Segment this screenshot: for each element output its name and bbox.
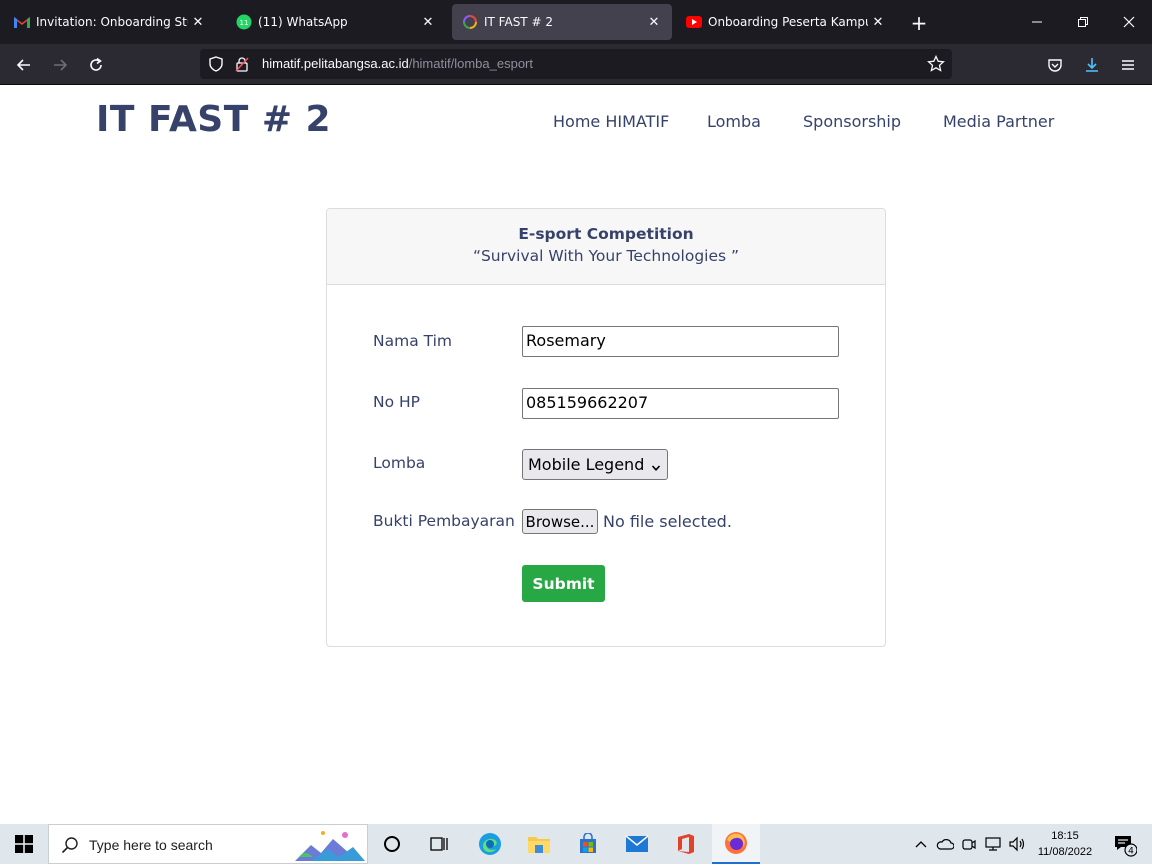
browser-nav-bar: himatif.pelitabangsa.ac.id/himatif/lomba… <box>0 44 1152 85</box>
tab-title: Onboarding Peserta Kampus M <box>708 15 868 29</box>
tab-youtube[interactable]: Onboarding Peserta Kampus M ✕ <box>676 4 896 40</box>
payment-proof-label: Bukti Pembayaran <box>373 512 515 530</box>
back-icon[interactable] <box>9 50 39 80</box>
phone-input[interactable]: 085159662207 <box>522 388 839 419</box>
no-file-text: No file selected. <box>603 512 732 531</box>
tab-gmail[interactable]: Invitation: Onboarding Student ✕ <box>4 4 216 40</box>
youtube-icon <box>686 14 702 30</box>
downloads-icon[interactable] <box>1077 50 1107 80</box>
lomba-label: Lomba <box>373 454 426 472</box>
meet-now-icon[interactable] <box>958 824 980 864</box>
clock-time: 18:15 <box>1051 830 1079 842</box>
firefox-icon[interactable] <box>712 824 760 864</box>
chevron-down-icon <box>651 458 661 477</box>
notification-center-icon[interactable]: 4 <box>1104 824 1144 864</box>
search-icon <box>61 836 79 858</box>
form-subtitle: “Survival With Your Technologies ” <box>472 247 740 265</box>
close-icon[interactable]: ✕ <box>418 12 438 32</box>
search-highlight-illustration <box>293 827 367 867</box>
submit-button[interactable]: Submit <box>522 565 605 602</box>
cortana-icon[interactable] <box>368 824 416 864</box>
file-explorer-icon[interactable] <box>515 824 563 864</box>
close-icon[interactable]: ✕ <box>868 12 888 32</box>
nav-link-lomba[interactable]: Lomba <box>707 112 761 131</box>
svg-text:11: 11 <box>240 19 249 27</box>
close-icon[interactable]: ✕ <box>644 12 664 32</box>
search-placeholder: Type here to search <box>89 837 213 853</box>
nav-link-home-himatif[interactable]: Home HIMATIF <box>553 112 669 131</box>
reload-icon[interactable] <box>81 50 111 80</box>
restore-icon[interactable] <box>1068 8 1098 36</box>
team-name-label: Nama Tim <box>373 332 453 350</box>
notification-count: 4 <box>1128 847 1134 857</box>
onedrive-icon[interactable] <box>934 824 956 864</box>
network-icon[interactable] <box>982 824 1004 864</box>
lomba-select[interactable]: Mobile Legend <box>522 449 668 480</box>
tab-title: (11) WhatsApp <box>258 15 348 29</box>
tab-title: IT FAST # 2 <box>484 15 553 29</box>
tab-whatsapp[interactable]: 11 (11) WhatsApp ✕ <box>226 4 446 40</box>
microsoft-store-icon[interactable] <box>564 824 612 864</box>
taskbar-search-box[interactable]: Type here to search <box>48 824 368 864</box>
url-text[interactable]: himatif.pelitabangsa.ac.id/himatif/lomba… <box>262 56 533 71</box>
taskbar-clock[interactable]: 18:15 11/08/2022 <box>1030 828 1100 860</box>
registration-card: E-sport Competition “Survival With Your … <box>326 208 886 647</box>
tab-title: Invitation: Onboarding Student <box>36 15 188 29</box>
office-icon[interactable] <box>662 824 710 864</box>
task-view-icon[interactable] <box>416 824 464 864</box>
window-close-icon[interactable] <box>1114 8 1144 36</box>
mail-icon[interactable] <box>613 824 661 864</box>
pocket-icon[interactable] <box>1040 50 1070 80</box>
browser-tab-bar: Invitation: Onboarding Student ✕ 11 (11)… <box>0 0 1152 44</box>
close-icon[interactable]: ✕ <box>188 12 208 32</box>
windows-taskbar: Type here to search 18:15 11/08/2022 4 <box>0 824 1152 864</box>
web-page: IT FAST # 2 Home HIMATIF Lomba Sponsorsh… <box>0 85 1152 824</box>
minimize-icon[interactable] <box>1022 8 1052 36</box>
browse-button[interactable]: Browse... <box>522 509 598 534</box>
card-header: E-sport Competition “Survival With Your … <box>327 209 885 285</box>
edge-icon[interactable] <box>466 824 514 864</box>
site-icon <box>462 14 478 30</box>
form-title: E-sport Competition <box>518 225 694 243</box>
insecure-lock-icon[interactable] <box>234 56 250 76</box>
new-tab-icon[interactable]: + <box>906 10 932 36</box>
chevron-up-icon[interactable] <box>912 824 930 864</box>
nav-link-sponsorship[interactable]: Sponsorship <box>803 112 901 131</box>
phone-label: No HP <box>373 393 421 411</box>
menu-hamburger-icon[interactable] <box>1113 50 1143 80</box>
team-name-input[interactable]: Rosemary <box>522 326 839 357</box>
address-bar[interactable]: himatif.pelitabangsa.ac.id/himatif/lomba… <box>200 49 952 79</box>
bookmark-star-icon[interactable] <box>927 54 945 77</box>
lomba-selected-value: Mobile Legend <box>528 455 645 474</box>
whatsapp-icon: 11 <box>236 14 252 30</box>
site-brand[interactable]: IT FAST # 2 <box>96 99 331 140</box>
shield-icon[interactable] <box>208 56 224 76</box>
tab-it-fast[interactable]: IT FAST # 2 ✕ <box>452 4 672 40</box>
gmail-icon <box>14 14 30 30</box>
nav-link-media-partner[interactable]: Media Partner <box>943 112 1054 131</box>
forward-icon[interactable] <box>45 50 75 80</box>
clock-date: 11/08/2022 <box>1037 846 1093 858</box>
volume-icon[interactable] <box>1006 824 1028 864</box>
windows-start-icon[interactable] <box>0 824 48 864</box>
